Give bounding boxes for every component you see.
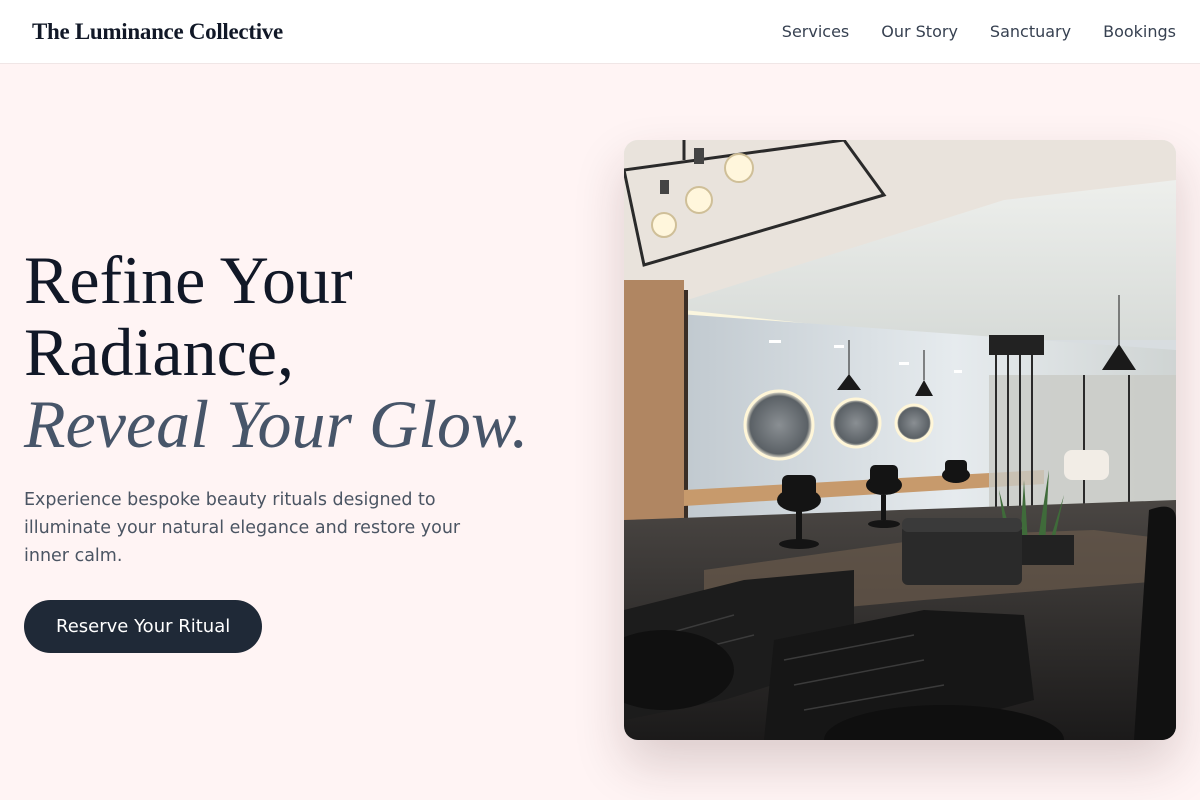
salon-interior-image [624,140,1176,740]
reserve-ritual-button[interactable]: Reserve Your Ritual [24,600,263,653]
nav-link-our-story[interactable]: Our Story [881,22,958,41]
hero-description: Experience bespoke beauty rituals design… [24,490,461,566]
hero-content: Refine Your Radiance, Reveal Your Glow. … [24,244,604,653]
nav-link-sanctuary[interactable]: Sanctuary [990,22,1071,41]
hero-headline: Refine Your Radiance, Reveal Your Glow. [24,244,604,460]
headline-line-1: Refine Your [24,242,353,318]
site-header: The Luminance Collective Services Our St… [0,0,1200,64]
nav-link-services[interactable]: Services [782,22,849,41]
brand-logo[interactable]: The Luminance Collective [32,19,283,45]
headline-line-2: Radiance, [24,314,294,390]
headline-accent: Reveal Your Glow. [24,386,529,462]
nav-link-bookings[interactable]: Bookings [1103,22,1176,41]
main-nav: Services Our Story Sanctuary Bookings [782,22,1176,41]
